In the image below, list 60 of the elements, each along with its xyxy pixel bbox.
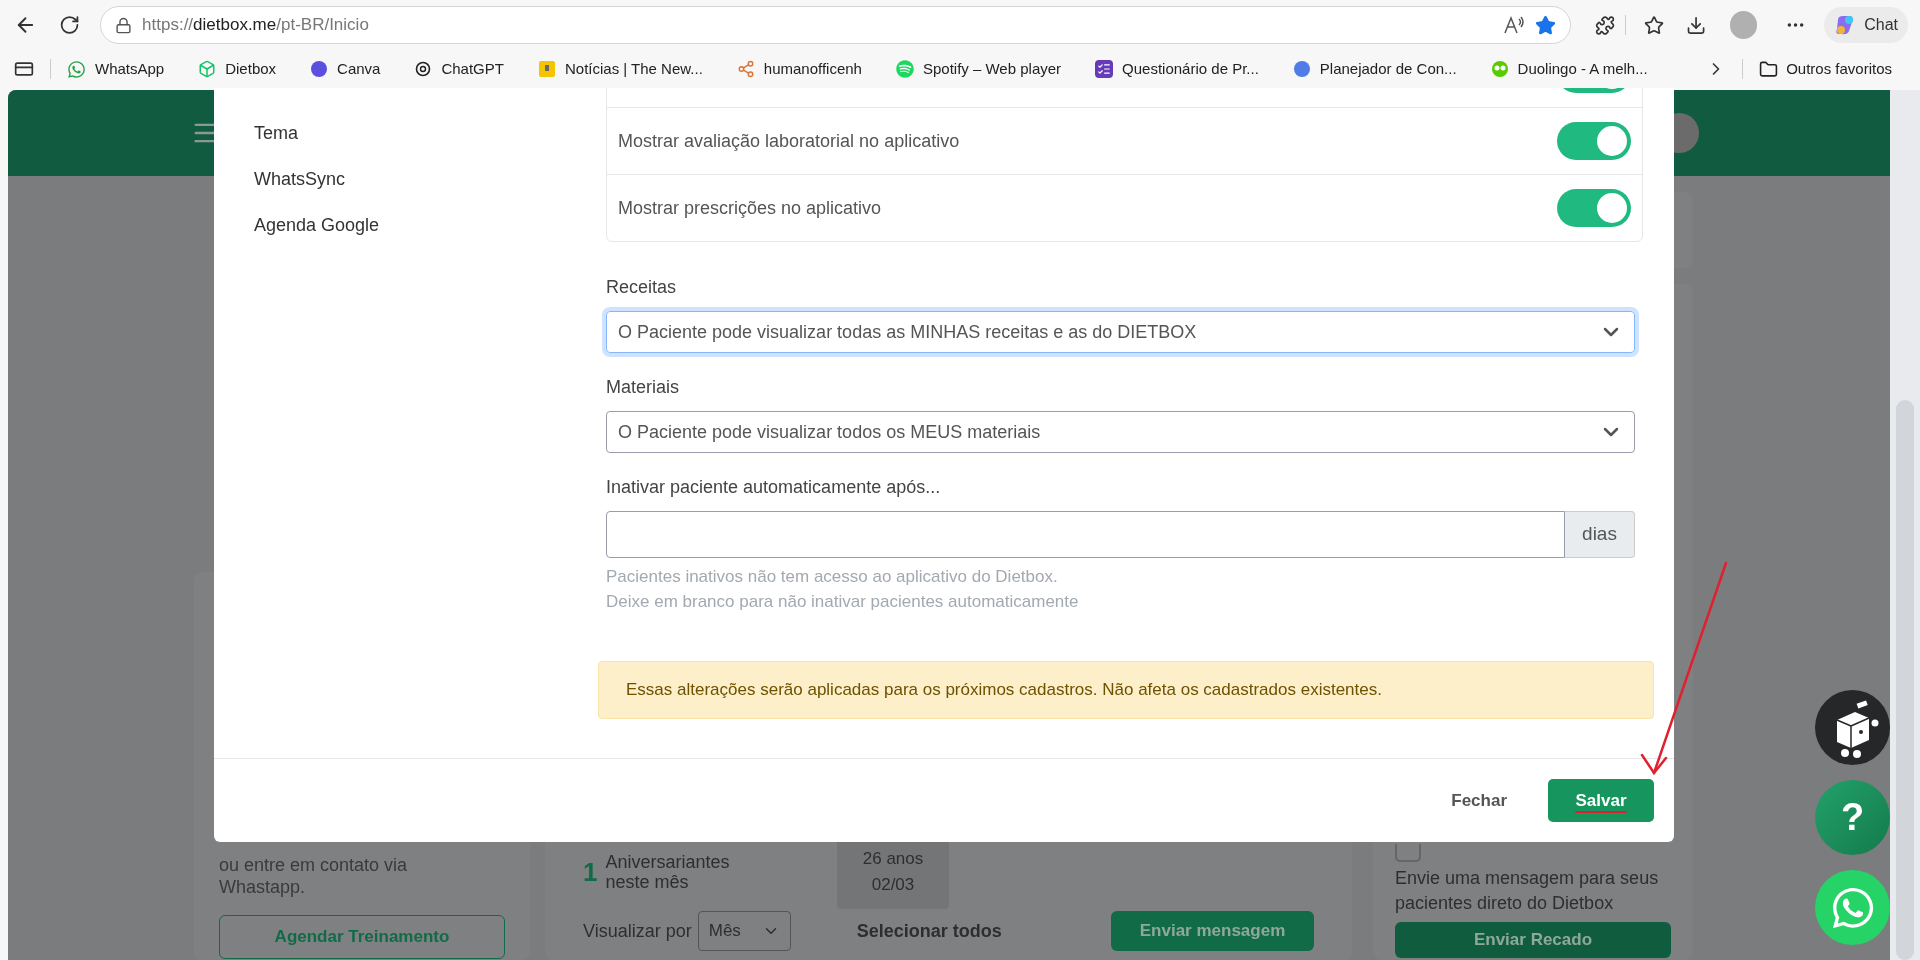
settings-nav-item[interactable]: Tema (254, 110, 598, 156)
info-alert: Essas alterações serão aplicadas para os próximos cadastros. Não afeta os cadastrados existentes. (598, 661, 1654, 719)
close-button[interactable]: Fechar (1447, 779, 1511, 822)
save-button[interactable]: Salvar (1548, 779, 1654, 822)
reload-icon[interactable] (59, 14, 81, 36)
bookmark-item[interactable]: Dietbox (198, 57, 277, 81)
read-aloud-icon[interactable] (1503, 15, 1526, 35)
toggle-switch[interactable] (1557, 122, 1631, 160)
lock-icon (115, 16, 133, 34)
favorites-icon[interactable] (1644, 14, 1665, 36)
star-icon[interactable] (1535, 14, 1557, 36)
cube-icon (198, 60, 217, 78)
toggle-label: Mostrar prescrições no aplicativo (618, 196, 882, 220)
folder-icon (1759, 59, 1779, 79)
date-text: 02/03 (871, 873, 915, 896)
spotify-icon (895, 60, 914, 78)
news-icon (537, 60, 556, 78)
view-select[interactable]: Mês (697, 911, 791, 951)
toggle-switch[interactable] (1557, 189, 1631, 227)
logo-icon (1292, 60, 1311, 78)
view-label: Visualizar por (583, 919, 692, 943)
count-text: 1 (583, 855, 598, 889)
days-addon: dias (1565, 511, 1635, 558)
mascot-icon[interactable] (1815, 690, 1890, 765)
address-bar[interactable]: https://dietbox.me/pt-BR/Inicio (100, 6, 1572, 44)
bookmark-item[interactable]: Duolingo - A melh... (1490, 57, 1648, 81)
field-label: Receitas (606, 276, 678, 299)
days-input-field[interactable] (606, 511, 1565, 558)
birthdays-label: Aniversariantes neste mês (605, 852, 731, 892)
bookmark-item[interactable]: Questionário de Pr... (1095, 57, 1259, 81)
whatsapp-icon (67, 59, 86, 79)
other-favorites[interactable]: Outros favoritos (1759, 57, 1892, 81)
bookmark-item[interactable]: humanofficenh (736, 57, 862, 81)
select-all-text: Selecionar todos (856, 919, 1002, 943)
bookmark-item[interactable]: WhatsApp (67, 57, 165, 81)
download-icon[interactable] (1686, 14, 1707, 36)
settings-nav-item[interactable]: WhatsSync (254, 156, 598, 202)
url-text: https://dietbox.me/pt-BR/Inicio (142, 14, 369, 37)
logo-icon (310, 60, 329, 78)
dropdown-field[interactable]: O Paciente pode visualizar todos os MEUS materiais (606, 411, 1635, 453)
bookmark-item[interactable]: Planejador de Con... (1292, 57, 1457, 81)
chat-button[interactable]: Chat (1824, 7, 1908, 43)
bookmark-item[interactable]: Canva (310, 57, 381, 81)
age-text: 26 anos (862, 848, 924, 870)
form-icon (1095, 60, 1114, 78)
bookmark-item[interactable]: ChatGPT (414, 57, 504, 81)
field-label: Inativar paciente automaticamente após... (606, 476, 942, 499)
settings-nav-item[interactable]: Agenda Google (254, 202, 598, 248)
messages-text: Envie uma mensagem para seus pacientes direto do Dietbox (1395, 867, 1660, 915)
share-icon (736, 60, 755, 78)
scrollbar[interactable] (1890, 90, 1920, 960)
extensions-icon[interactable] (1595, 14, 1616, 36)
help-text: Pacientes inativos não tem acesso ao aplicativo do Dietbox. (606, 566, 1059, 588)
bookmark-item[interactable]: Notícias | The New... (537, 57, 703, 81)
field-label: Materiais (606, 376, 681, 399)
tabs-icon[interactable] (14, 59, 34, 79)
help-text: ou entre em contato via Whastapp. (219, 854, 409, 898)
toggle-label: Mostrar avaliação laboratorial no aplicativo (618, 129, 960, 153)
bookmark-item[interactable]: Spotify – Web player (895, 57, 1062, 81)
help-text: Deixe em branco para não inativar pacientes automaticamente (606, 591, 1080, 613)
